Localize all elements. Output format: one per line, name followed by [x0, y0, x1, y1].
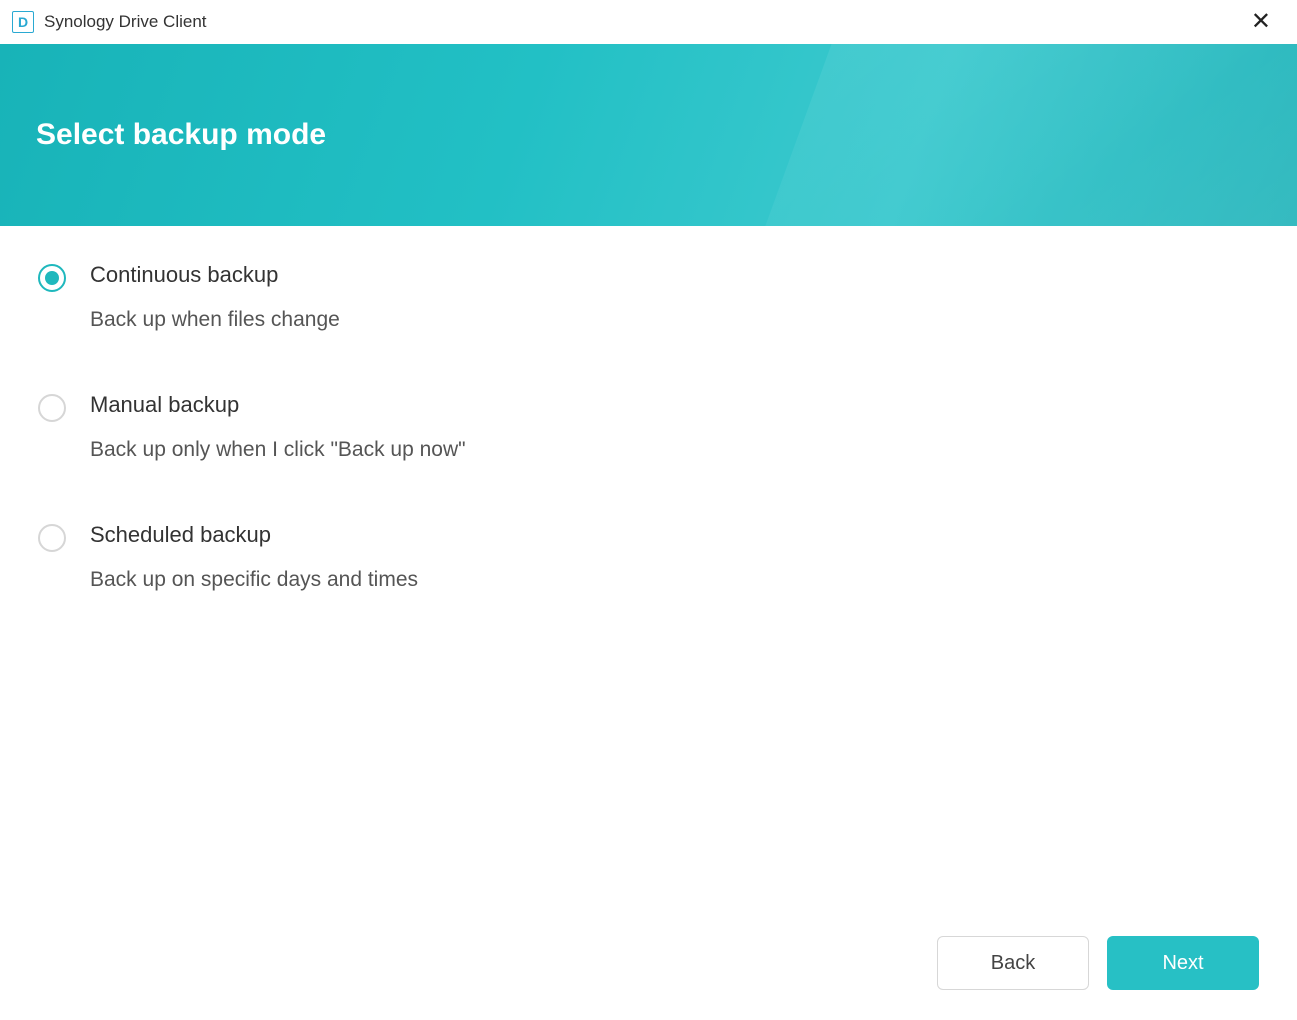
option-label-scheduled: Scheduled backup: [90, 522, 418, 548]
close-icon[interactable]: ✕: [1243, 6, 1279, 38]
titlebar: D Synology Drive Client ✕: [0, 0, 1297, 44]
back-button[interactable]: Back: [937, 936, 1089, 990]
option-text: Scheduled backup Back up on specific day…: [90, 522, 418, 592]
radio-option-continuous[interactable]: Continuous backup Back up when files cha…: [38, 262, 1259, 332]
radio-option-scheduled[interactable]: Scheduled backup Back up on specific day…: [38, 522, 1259, 592]
radio-option-manual[interactable]: Manual backup Back up only when I click …: [38, 392, 1259, 462]
option-desc-continuous: Back up when files change: [90, 308, 340, 332]
footer-buttons: Back Next: [937, 936, 1259, 990]
radio-indicator-manual[interactable]: [38, 394, 66, 422]
page-title: Select backup mode: [36, 118, 326, 152]
app-title: Synology Drive Client: [44, 12, 207, 32]
header-banner: Select backup mode: [0, 44, 1297, 226]
next-button[interactable]: Next: [1107, 936, 1259, 990]
radio-dot-icon: [45, 271, 59, 285]
titlebar-left: D Synology Drive Client: [12, 11, 207, 33]
radio-indicator-continuous[interactable]: [38, 264, 66, 292]
option-text: Continuous backup Back up when files cha…: [90, 262, 340, 332]
option-desc-scheduled: Back up on specific days and times: [90, 568, 418, 592]
option-label-manual: Manual backup: [90, 392, 466, 418]
options-list: Continuous backup Back up when files cha…: [0, 226, 1297, 688]
app-icon: D: [12, 11, 34, 33]
option-text: Manual backup Back up only when I click …: [90, 392, 466, 462]
option-desc-manual: Back up only when I click "Back up now": [90, 438, 466, 462]
radio-indicator-scheduled[interactable]: [38, 524, 66, 552]
option-label-continuous: Continuous backup: [90, 262, 340, 288]
